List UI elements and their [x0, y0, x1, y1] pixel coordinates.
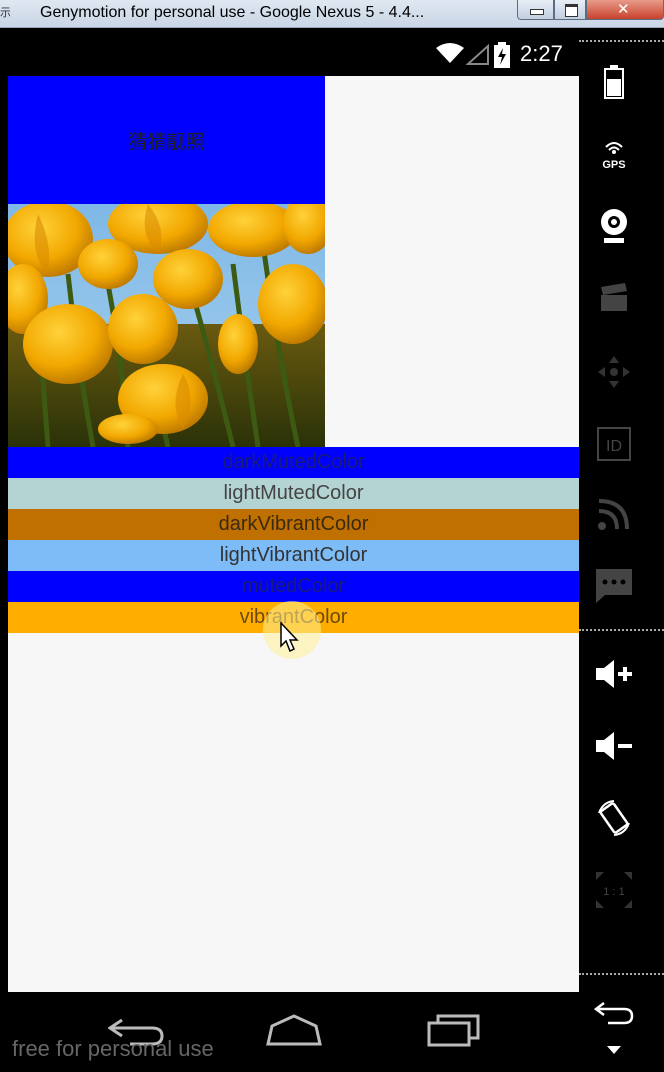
muted-color-row: mutedColor — [8, 571, 579, 602]
battery-icon[interactable] — [579, 52, 649, 112]
close-button[interactable] — [586, 0, 664, 20]
id-icon[interactable]: ID — [579, 414, 649, 474]
mouse-cursor-icon — [280, 622, 299, 653]
light-vibrant-color-label: lightVibrantColor — [219, 544, 368, 566]
light-vibrant-color-row: lightVibrantColor — [8, 540, 579, 571]
cast-icon[interactable] — [579, 484, 649, 544]
status-bar: 2:27 — [8, 28, 579, 76]
svg-text:1 : 1: 1 : 1 — [603, 886, 624, 898]
sms-icon[interactable] — [579, 556, 649, 616]
volume-down-icon[interactable] — [579, 716, 649, 776]
toolbar-divider-3 — [579, 973, 664, 975]
header-block: 猜猜靓照 — [8, 76, 325, 204]
muted-color-label: mutedColor — [241, 575, 346, 597]
minimize-button[interactable] — [517, 0, 554, 20]
maximize-button[interactable] — [554, 0, 586, 20]
svg-text:GPS: GPS — [602, 159, 625, 171]
tulip-image — [8, 204, 325, 447]
dark-muted-color-label: darkMutedColor — [222, 451, 365, 473]
battery-charging-icon — [494, 42, 510, 68]
menu-icon[interactable] — [579, 1028, 649, 1072]
wifi-icon — [436, 43, 464, 63]
dark-vibrant-color-label: darkVibrantColor — [218, 513, 369, 535]
video-capture-icon[interactable] — [579, 268, 649, 328]
home-icon[interactable] — [264, 1014, 324, 1048]
header-text: 猜猜靓照 — [128, 130, 205, 153]
toolbar-divider — [579, 40, 664, 42]
signal-icon — [466, 44, 489, 65]
watermark-text: free for personal use — [12, 1036, 214, 1061]
dark-muted-color-row: darkMutedColor — [8, 447, 579, 478]
dark-vibrant-color-row: darkVibrantColor — [8, 509, 579, 540]
volume-up-icon[interactable] — [579, 644, 649, 704]
app-window-icon: 示 — [0, 6, 10, 19]
window-controls — [517, 0, 664, 20]
dpad-icon[interactable] — [579, 342, 649, 402]
gps-icon[interactable]: GPS — [579, 124, 649, 184]
scale-icon[interactable]: 1 : 1 — [579, 860, 649, 920]
light-muted-color-row: lightMutedColor — [8, 478, 579, 509]
emulator-toolbar: GPS ID 1 : 1 — [579, 28, 664, 1072]
app-screen: 猜猜靓照 darkMutedColor lightMutedColor dark… — [8, 76, 579, 992]
webcam-icon[interactable] — [579, 196, 649, 256]
recents-icon[interactable] — [426, 1010, 482, 1048]
clock: 2:27 — [520, 41, 563, 66]
window-title: Genymotion for personal use - Google Nex… — [40, 4, 425, 21]
rotate-icon[interactable] — [579, 788, 649, 848]
toolbar-divider-2 — [579, 629, 664, 631]
svg-text:ID: ID — [606, 438, 622, 455]
light-muted-color-label: lightMutedColor — [223, 482, 364, 504]
window-title-bar: 示 Genymotion for personal use - Google N… — [0, 0, 664, 28]
device-bezel — [0, 28, 8, 1072]
